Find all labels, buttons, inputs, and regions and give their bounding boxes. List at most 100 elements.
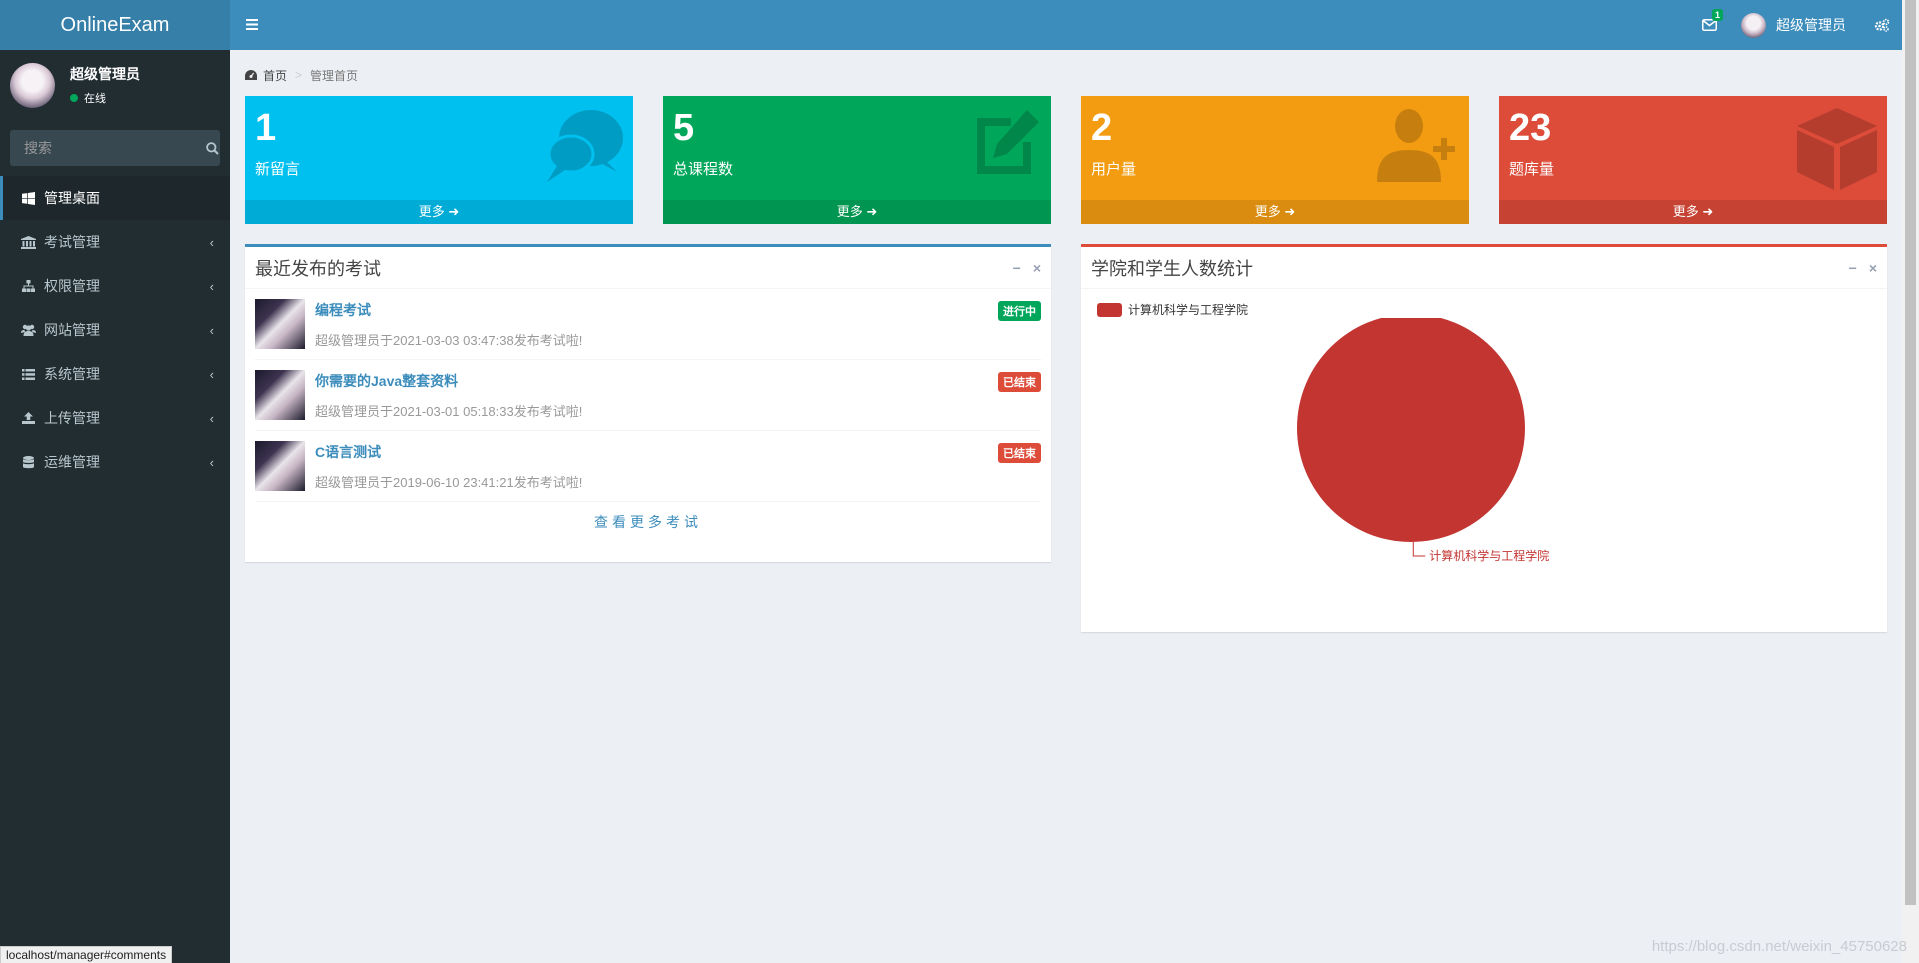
online-status[interactable]: 在线 — [70, 90, 140, 106]
stats-row: 1 新留言 更多 ➜ 5 总课程数 更多 ➜ 2 用户量 更多 ➜ 23 题库量… — [245, 96, 1887, 224]
sitemap-icon — [18, 280, 38, 292]
control-sidebar-button[interactable] — [1862, 0, 1902, 50]
watermark: https://blog.csdn.net/weixin_45750628 — [1651, 938, 1907, 955]
sidebar-item-label: 系统管理 — [44, 366, 100, 382]
status-badge: 已结束 — [998, 443, 1041, 463]
hamburger-icon — [246, 19, 258, 30]
messages-badge: 1 — [1711, 9, 1723, 21]
exam-description: 超级管理员于2021-03-03 03:47:38发布考试啦! — [315, 332, 583, 348]
minus-icon[interactable]: − — [1013, 260, 1021, 276]
pie-slice[interactable] — [1297, 318, 1525, 542]
app-logo[interactable]: OnlineExam — [0, 0, 230, 50]
upload-icon — [18, 412, 38, 424]
sidebar-search-form — [10, 130, 220, 166]
online-dot-icon — [70, 94, 78, 102]
minus-icon[interactable]: − — [1849, 260, 1857, 276]
list-item: 你需要的Java整套资料 超级管理员于2021-03-01 05:18:33发布… — [255, 360, 1041, 431]
exam-thumbnail — [255, 370, 305, 420]
stat-box-messages: 1 新留言 更多 ➜ — [245, 96, 633, 224]
messages-button[interactable]: 1 — [1689, 0, 1729, 50]
chevron-left-icon: ‹ — [209, 454, 214, 470]
edit-icon — [971, 108, 1041, 181]
sidebar-item-label: 上传管理 — [44, 410, 100, 426]
breadcrumb-separator: > — [295, 68, 303, 82]
sidebar-item-dashboard[interactable]: 管理桌面 — [0, 176, 230, 220]
sidebar-item-upload[interactable]: 上传管理 ‹ — [0, 396, 230, 440]
search-button[interactable] — [205, 130, 220, 166]
scrollbar[interactable] — [1902, 0, 1919, 963]
header-user-name: 超级管理员 — [1776, 17, 1846, 33]
sidebar-item-label: 权限管理 — [44, 278, 100, 294]
dashboard-icon — [245, 70, 257, 80]
exam-thumbnail — [255, 441, 305, 491]
chart-legend[interactable]: 计算机科学与工程学院 — [1097, 301, 1887, 318]
legend-label: 计算机科学与工程学院 — [1128, 303, 1249, 317]
chevron-left-icon: ‹ — [209, 322, 214, 338]
stat-more-link[interactable]: 更多 ➜ — [1081, 200, 1469, 224]
box-title: 最近发布的考试 — [255, 258, 381, 279]
status-url: localhost/manager#comments — [0, 946, 173, 963]
box-footer: 查看更多考试 — [245, 502, 1051, 542]
status-badge: 进行中 — [998, 301, 1041, 321]
breadcrumb-home-label: 首页 — [263, 68, 288, 83]
close-icon[interactable]: × — [1033, 260, 1041, 276]
bank-icon — [18, 235, 38, 249]
sidebar-item-system[interactable]: 系统管理 ‹ — [0, 352, 230, 396]
college-stats-box: 学院和学生人数统计 − × 计算机科学与工程学院 计算机科学与工程学院 — [1081, 244, 1887, 632]
exam-list: 编程考试 超级管理员于2021-03-03 03:47:38发布考试啦! 进行中… — [245, 289, 1051, 502]
stat-box-users: 2 用户量 更多 ➜ — [1081, 96, 1469, 224]
box-title: 学院和学生人数统计 — [1091, 258, 1253, 279]
list-item: C语言测试 超级管理员于2019-06-10 23:41:21发布考试啦! 已结… — [255, 431, 1041, 502]
close-icon[interactable]: × — [1869, 260, 1877, 276]
content-wrapper: 首页 > 管理首页 1 新留言 更多 ➜ 5 总课程数 更多 ➜ 2 用户量 更… — [230, 50, 1902, 963]
search-icon — [206, 141, 219, 155]
pie-chart: 计算机科学与工程学院 — [1297, 318, 1549, 563]
user-plus-icon — [1377, 108, 1459, 185]
sidebar-item-permission[interactable]: 权限管理 ‹ — [0, 264, 230, 308]
scrollbar-thumb[interactable] — [1905, 0, 1916, 905]
recent-exams-box: 最近发布的考试 − × 编程考试 超级管理员于2021-03-03 03:47:… — [245, 244, 1051, 562]
sidebar-item-label: 考试管理 — [44, 234, 100, 250]
avatar — [10, 62, 55, 108]
chevron-left-icon: ‹ — [209, 234, 214, 250]
exam-description: 超级管理员于2021-03-01 05:18:33发布考试啦! — [315, 403, 583, 419]
arrow-circle-right-icon: ➜ — [448, 204, 460, 219]
exam-title-link[interactable]: 编程考试 — [315, 300, 582, 320]
breadcrumb-home[interactable]: 首页 — [245, 67, 287, 84]
breadcrumb-current: 管理首页 — [310, 68, 359, 83]
legend-swatch — [1097, 302, 1122, 317]
sidebar-item-label: 网站管理 — [44, 322, 100, 338]
chevron-left-icon: ‹ — [209, 410, 214, 426]
gears-icon — [1874, 18, 1890, 32]
sidebar-item-label: 运维管理 — [44, 454, 100, 470]
chevron-left-icon: ‹ — [209, 278, 214, 294]
breadcrumb: 首页 > 管理首页 — [245, 65, 1887, 85]
pie-label: 计算机科学与工程学院 — [1429, 548, 1549, 563]
cube-icon — [1797, 108, 1877, 193]
pie-label-line — [1412, 541, 1426, 557]
stat-more-link[interactable]: 更多 ➜ — [245, 200, 633, 224]
sidebar-item-label: 管理桌面 — [44, 190, 100, 206]
exam-title-link[interactable]: 你需要的Java整套资料 — [315, 371, 582, 391]
stat-more-link[interactable]: 更多 ➜ — [663, 200, 1051, 224]
exam-title-link[interactable]: C语言测试 — [315, 442, 582, 462]
comments-icon — [543, 108, 623, 189]
user-menu[interactable]: 超级管理员 — [1729, 0, 1862, 50]
sidebar-user-name: 超级管理员 — [70, 66, 140, 82]
status-badge: 已结束 — [998, 372, 1041, 392]
search-input[interactable] — [10, 130, 205, 166]
sidebar-item-website[interactable]: 网站管理 ‹ — [0, 308, 230, 352]
main-header: OnlineExam 1 超级管理员 — [0, 0, 1902, 50]
user-panel: 超级管理员 在线 — [0, 50, 230, 120]
arrow-circle-right-icon: ➜ — [1284, 204, 1296, 219]
exam-thumbnail — [255, 299, 305, 349]
stat-more-link[interactable]: 更多 ➜ — [1499, 200, 1887, 224]
sidebar: 超级管理员 在线 管理桌面 考试管理 ‹ — [0, 50, 230, 963]
sidebar-item-ops[interactable]: 运维管理 ‹ — [0, 440, 230, 484]
view-more-exams-link[interactable]: 查看更多考试 — [594, 514, 702, 530]
stat-box-questions: 23 题库量 更多 ➜ — [1499, 96, 1887, 224]
chevron-left-icon: ‹ — [209, 366, 214, 382]
sidebar-toggle-button[interactable] — [230, 0, 274, 50]
sidebar-item-exam[interactable]: 考试管理 ‹ — [0, 220, 230, 264]
avatar — [1741, 12, 1766, 38]
